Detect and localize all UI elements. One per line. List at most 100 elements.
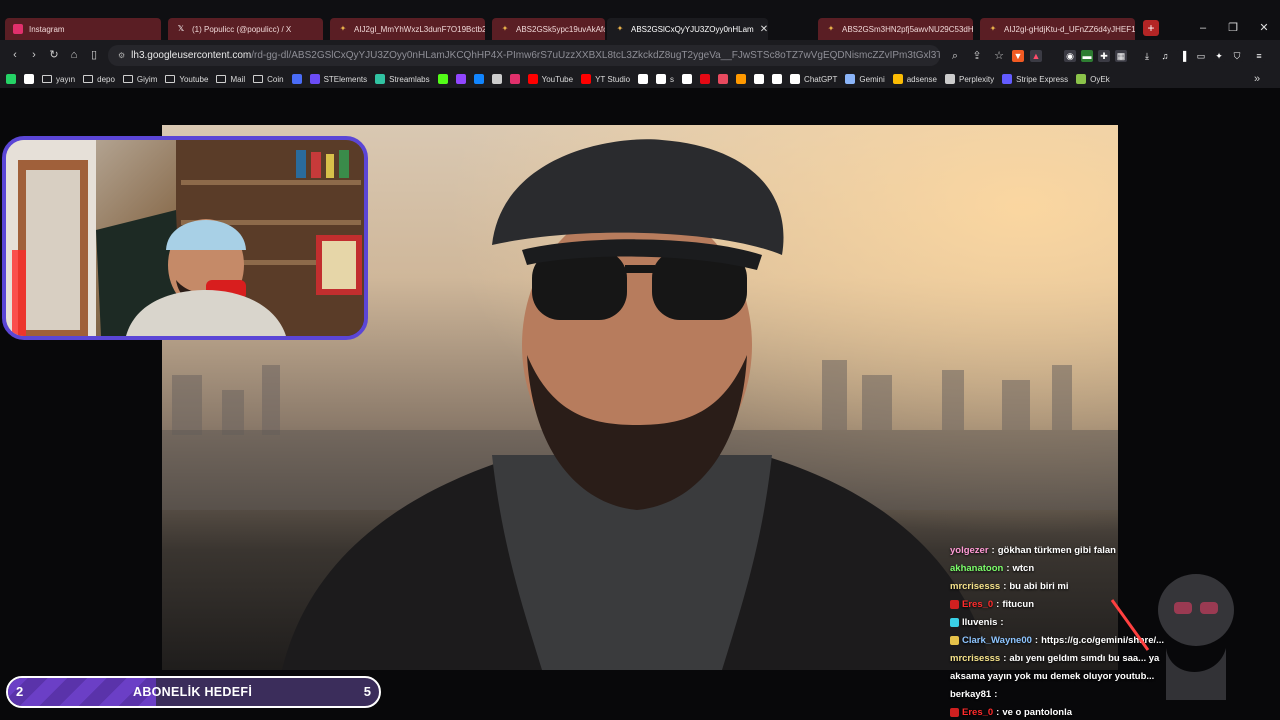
tab-0[interactable]: Instagram bbox=[5, 18, 161, 40]
tab-3[interactable]: ✦ ABS2GSk5ypc19uvAkAfo1 bbox=[492, 18, 605, 40]
extension-icon[interactable]: ▦ bbox=[1115, 50, 1127, 62]
bookmark-29[interactable]: Perplexity bbox=[944, 74, 995, 84]
bookmark-6[interactable]: Mail bbox=[216, 75, 245, 84]
chat-text: ve o pantolonla bbox=[1002, 706, 1073, 718]
back-icon[interactable]: ‹ bbox=[8, 48, 22, 62]
bookmark-21[interactable] bbox=[700, 74, 711, 84]
bookmark-icon[interactable]: ▯ bbox=[87, 48, 101, 62]
close-window-icon[interactable]: ✕ bbox=[1257, 21, 1271, 35]
tab-4[interactable]: ✦ ABS2GSlCxQyYJU3ZOyy0nHLam ✕ bbox=[607, 18, 768, 40]
bookmark-30[interactable]: Stripe Express bbox=[1002, 74, 1068, 84]
bookmark-23[interactable] bbox=[736, 74, 747, 84]
bookmark-19[interactable]: s bbox=[656, 74, 674, 84]
chat-badge-icon bbox=[950, 707, 959, 717]
vader-mascot-icon bbox=[1110, 574, 1234, 700]
bookmark-14[interactable] bbox=[491, 74, 502, 84]
star-icon[interactable]: ☆ bbox=[992, 49, 1006, 63]
bookmark-24[interactable] bbox=[754, 74, 765, 84]
bookmark-13[interactable] bbox=[473, 74, 484, 84]
bookmark-4[interactable]: Giyim bbox=[122, 75, 157, 84]
close-tab-icon[interactable]: ✕ bbox=[760, 24, 768, 35]
address-bar[interactable]: ⚙ lh3.googleusercontent.com/rd-gg-dl/ABS… bbox=[108, 45, 940, 66]
bookmark-28[interactable]: adsense bbox=[892, 74, 937, 84]
tab-2[interactable]: ✦ AIJ2gl_MmYhWxzL3dunF7O19Bctb2 bbox=[330, 18, 485, 40]
brave-shield-icon[interactable]: ▼ bbox=[1012, 50, 1024, 62]
bookmark-27[interactable]: Gemini bbox=[845, 74, 885, 84]
goal-current-count: 2 bbox=[16, 684, 24, 699]
bookmark-16[interactable]: YouTube bbox=[527, 74, 573, 84]
bookmark-20[interactable] bbox=[682, 74, 693, 84]
tiktok-icon bbox=[656, 74, 667, 84]
extension-icon[interactable]: ◉ bbox=[1064, 50, 1076, 62]
more-bookmarks-icon[interactable]: » bbox=[1250, 72, 1264, 86]
download-icon[interactable]: ⤓ bbox=[1141, 50, 1153, 62]
folder-icon bbox=[83, 75, 94, 83]
bookmark-18[interactable] bbox=[638, 74, 649, 84]
bookmark-label: s bbox=[670, 74, 675, 84]
chat-separator: : bbox=[1003, 580, 1007, 592]
vpn-icon[interactable]: ⛉ bbox=[1231, 50, 1243, 62]
chat-text: gökhan türkmen gibi falan bbox=[997, 544, 1116, 556]
leo-ai-icon[interactable]: ✦ bbox=[1213, 50, 1225, 62]
gemini-icon: ✦ bbox=[501, 24, 509, 33]
bookmark-label: ChatGPT bbox=[804, 74, 838, 84]
extension-icon[interactable]: ▬ bbox=[1081, 50, 1093, 62]
chat-badge-icon bbox=[950, 617, 959, 627]
gemini-icon: ✦ bbox=[827, 24, 835, 33]
bookmark-0[interactable] bbox=[6, 74, 16, 84]
bookmark-2[interactable]: yayın bbox=[42, 75, 75, 84]
bookmark-label: Streamlabs bbox=[389, 74, 430, 84]
bookmark-5[interactable]: Youtube bbox=[165, 75, 208, 84]
forward-icon[interactable]: › bbox=[27, 48, 41, 62]
goal-label: ABONELİK HEDEFİ bbox=[133, 685, 253, 699]
yt-studio-icon bbox=[581, 74, 592, 84]
bookmark-label: Coin bbox=[267, 74, 284, 84]
tab-title: Instagram bbox=[29, 24, 65, 34]
address-path: /rd-gg-dl/ABS2GSlCxQyYJU3ZOyy0nHLamJKCQh… bbox=[251, 50, 940, 61]
chat-badge-icon bbox=[950, 599, 959, 609]
bookmark-10[interactable]: Streamlabs bbox=[375, 74, 430, 84]
tab-1[interactable]: 𝕏 (1) Populicc (@populicc) / X bbox=[168, 18, 323, 40]
restore-icon[interactable]: ❐ bbox=[1226, 21, 1240, 35]
netflix-icon bbox=[700, 74, 711, 84]
bookmark-26[interactable]: ChatGPT bbox=[790, 74, 837, 84]
home-icon[interactable]: ⌂ bbox=[67, 48, 81, 62]
bookmark-22[interactable] bbox=[718, 74, 729, 84]
tab-5[interactable]: ✦ ABS2GSm3HN2pfj5awvNU29C53dH bbox=[818, 18, 973, 40]
new-tab-button[interactable]: + bbox=[1143, 20, 1159, 36]
bookmark-25[interactable] bbox=[772, 74, 783, 84]
bookmark-31[interactable]: OyEk bbox=[1076, 74, 1110, 84]
bookmark-11[interactable] bbox=[437, 74, 448, 84]
gemini-icon: ✦ bbox=[989, 24, 997, 33]
bookmark-3[interactable]: depo bbox=[83, 75, 115, 84]
share-icon[interactable]: ⇪ bbox=[970, 49, 984, 63]
minimize-icon[interactable]: – bbox=[1196, 21, 1210, 35]
tab-title: AIJ2gl_MmYhWxzL3dunF7O19Bctb2 bbox=[354, 24, 485, 34]
chat-username: akhanatoon bbox=[950, 562, 1004, 574]
bookmark-17[interactable]: YT Studio bbox=[581, 74, 630, 84]
media-icon[interactable]: ♫ bbox=[1159, 50, 1171, 62]
sidebar-icon[interactable]: ▐ bbox=[1177, 50, 1189, 62]
bookmark-7[interactable]: Coin bbox=[253, 74, 284, 84]
bookmark-label: Perplexity bbox=[958, 74, 995, 84]
bookmark-8[interactable] bbox=[291, 74, 302, 84]
amazon-icon bbox=[736, 74, 747, 84]
chat-separator: : bbox=[991, 544, 995, 556]
bookmark-12[interactable] bbox=[455, 74, 466, 84]
st-icon bbox=[309, 74, 320, 84]
bookmark-15[interactable] bbox=[509, 74, 520, 84]
chat-text: fitucun bbox=[1002, 598, 1035, 610]
gemini-icon: ✦ bbox=[339, 24, 347, 33]
bookmark-label: Gemini bbox=[859, 74, 885, 84]
zoom-icon[interactable]: ⌕ bbox=[948, 49, 962, 63]
wallet-icon[interactable]: ▭ bbox=[1195, 50, 1207, 62]
puzzle-icon[interactable]: ✚ bbox=[1098, 50, 1110, 62]
bookmark-9[interactable]: STElements bbox=[309, 74, 367, 84]
brave-rewards-icon[interactable]: ▲ bbox=[1030, 50, 1042, 62]
menu-icon[interactable]: ≡ bbox=[1253, 50, 1265, 62]
site-info-icon[interactable]: ⚙ bbox=[118, 51, 125, 60]
tab-6[interactable]: ✦ AIJ2gl-gHdjKtu-d_UFnZZ6d4yJHEF1 bbox=[980, 18, 1135, 40]
bookmark-1[interactable] bbox=[24, 74, 34, 84]
instagram-icon bbox=[509, 74, 520, 84]
reload-icon[interactable]: ↻ bbox=[47, 48, 61, 62]
